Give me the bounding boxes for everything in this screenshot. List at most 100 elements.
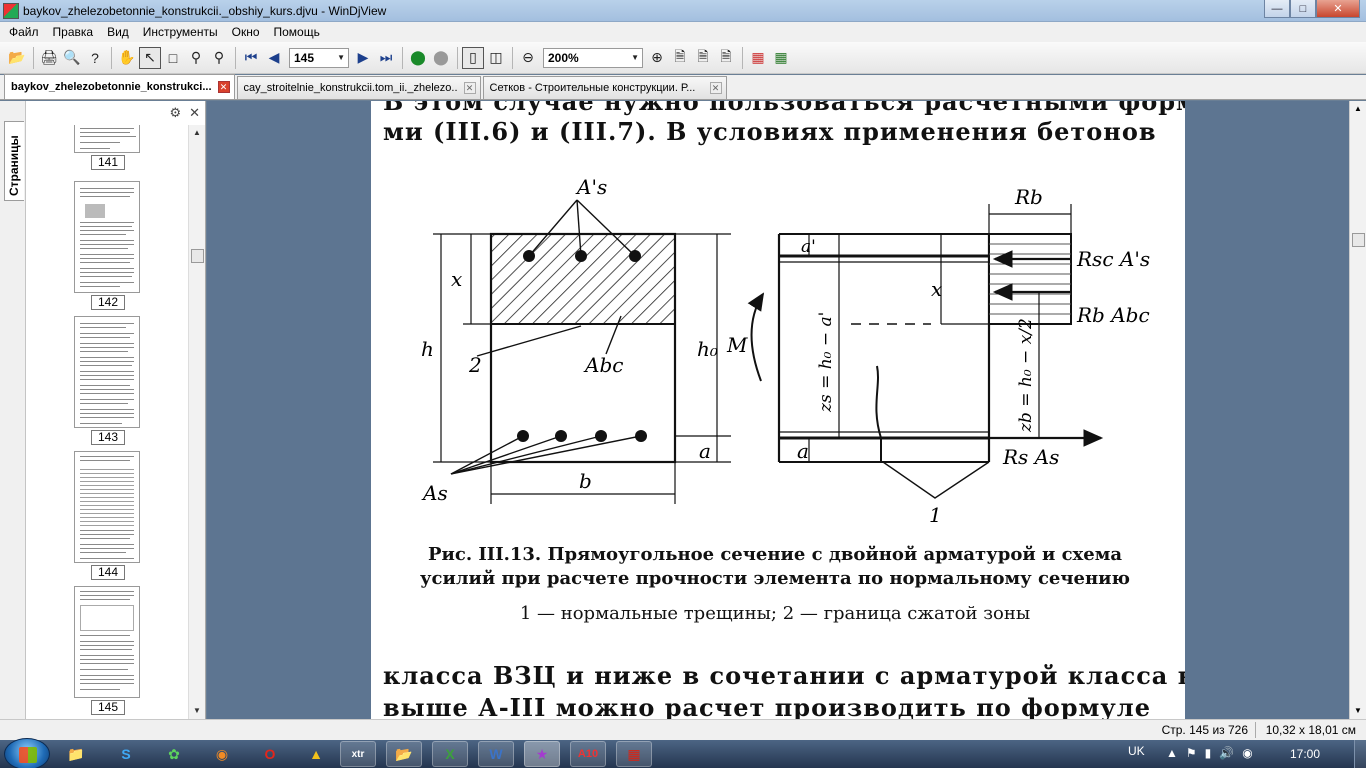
explorer-icon[interactable]: 📁 bbox=[58, 741, 94, 767]
select-tool-icon[interactable]: ↖ bbox=[139, 46, 161, 69]
app-green-icon[interactable]: ✿ bbox=[156, 741, 192, 767]
label-h0: h₀ bbox=[697, 337, 718, 361]
volume-icon[interactable]: 🔊 bbox=[1219, 746, 1234, 760]
label-rs-as: Rs As bbox=[1002, 445, 1059, 469]
tab-label: baykov_zhelezobetonnie_konstrukci... bbox=[11, 81, 212, 93]
thumbnail-page[interactable]: 145 bbox=[74, 586, 142, 715]
skype-icon[interactable]: S bbox=[108, 741, 144, 767]
label-as-prime: A's bbox=[575, 176, 607, 199]
show-hidden-icon[interactable]: ▲ bbox=[1166, 746, 1178, 760]
scroll-thumb[interactable] bbox=[191, 249, 204, 263]
tab-baykov[interactable]: baykov_zhelezobetonnie_konstrukci... ✕ bbox=[4, 74, 235, 99]
app-tray-icon[interactable]: ◉ bbox=[1242, 746, 1252, 760]
back-icon[interactable]: ⬤ bbox=[407, 47, 429, 69]
scroll-down-icon[interactable]: ▼ bbox=[1350, 703, 1366, 719]
thumbnails-scrollbar[interactable]: ▲ ▼ bbox=[188, 125, 205, 719]
maximize-button[interactable]: □ bbox=[1290, 0, 1316, 18]
page-preview bbox=[74, 316, 140, 428]
rotate-right-icon[interactable]: ▦ bbox=[770, 47, 792, 69]
fit-width-icon[interactable]: 🗎 bbox=[715, 47, 737, 69]
window-title: baykov_zhelezobetonnie_konstrukcii._obsh… bbox=[23, 3, 387, 18]
system-tray: UK ▲ ⚑ ▮ 🔊 ◉ 17:00 bbox=[1126, 740, 1366, 768]
xtr-icon[interactable]: xtr bbox=[340, 741, 376, 767]
figure-iii-13: A's x h h₀ M 2 Abc a b As a' Rb Rsc A's … bbox=[411, 175, 1151, 539]
document-viewport[interactable]: В этом случае нужно пользоваться расчетн… bbox=[207, 101, 1349, 719]
close-icon[interactable]: ✕ bbox=[217, 81, 230, 93]
open-icon[interactable]: 📂 bbox=[6, 47, 28, 69]
actual-size-icon[interactable]: 🗎 bbox=[669, 47, 691, 69]
zoom-combo[interactable]: 200% ▼ bbox=[543, 47, 643, 68]
zoom-rect-icon[interactable]: ⚲ bbox=[208, 47, 230, 69]
two-page-icon[interactable]: ◫ bbox=[485, 47, 507, 69]
help-icon[interactable]: ? bbox=[84, 47, 106, 69]
action-center-icon[interactable]: ⚑ bbox=[1186, 746, 1197, 760]
excel-icon[interactable]: X bbox=[432, 741, 468, 767]
language-indicator[interactable]: UK bbox=[1128, 744, 1145, 758]
app-folder-icon[interactable]: 📂 bbox=[386, 741, 422, 767]
menu-file[interactable]: Файл bbox=[2, 25, 46, 39]
zoom-out-icon[interactable]: ⊖ bbox=[517, 47, 539, 69]
acrobat-icon[interactable]: ▦ bbox=[616, 741, 652, 767]
page-preview bbox=[74, 181, 140, 293]
firefox-icon[interactable]: ◉ bbox=[204, 741, 240, 767]
page-size-status: 10,32 x 18,01 см bbox=[1265, 723, 1356, 737]
thumbnail-page[interactable]: 143 bbox=[74, 316, 142, 445]
scroll-thumb[interactable] bbox=[1352, 233, 1365, 247]
scroll-up-icon[interactable]: ▲ bbox=[189, 125, 205, 141]
last-page-icon[interactable]: ⏭ bbox=[375, 47, 397, 69]
menu-edit[interactable]: Правка bbox=[46, 25, 101, 39]
menu-view[interactable]: Вид bbox=[100, 25, 136, 39]
word-icon[interactable]: W bbox=[478, 741, 514, 767]
clock[interactable]: 17:00 bbox=[1290, 747, 1320, 761]
start-button[interactable] bbox=[4, 738, 50, 768]
scroll-down-icon[interactable]: ▼ bbox=[189, 703, 205, 719]
find-icon[interactable]: 🔍 bbox=[61, 47, 83, 69]
page-text-line-3: выше А-III можно расчет производить по ф… bbox=[383, 693, 1151, 719]
pages-side-tab[interactable]: Страницы bbox=[4, 121, 24, 201]
first-page-icon[interactable]: ⏮ bbox=[240, 47, 262, 69]
show-desktop-button[interactable] bbox=[1354, 740, 1366, 768]
close-panel-icon[interactable]: ✕ bbox=[189, 105, 200, 121]
next-page-icon[interactable]: ▶ bbox=[352, 47, 374, 69]
marquee-tool-icon[interactable]: □ bbox=[162, 47, 184, 69]
document-scrollbar[interactable]: ▲ ▼ bbox=[1349, 101, 1366, 719]
menu-window[interactable]: Окно bbox=[225, 25, 267, 39]
settings-icon[interactable]: ⚙ bbox=[169, 105, 181, 121]
label-abc: Abc bbox=[583, 353, 623, 377]
menu-help[interactable]: Помощь bbox=[267, 25, 327, 39]
close-button[interactable]: ✕ bbox=[1316, 0, 1360, 18]
zoom-in-tool-icon[interactable]: ⚲ bbox=[185, 47, 207, 69]
close-icon[interactable]: ✕ bbox=[463, 82, 476, 94]
page-text-line-2: класса ВЗЦ и ниже в сочетании с арматуро… bbox=[383, 661, 1185, 690]
thumbnails-panel: ⚙ ✕ 141 142 143 144 145 ▲ ▼ bbox=[26, 101, 206, 719]
thumbnail-page[interactable]: 144 bbox=[74, 451, 142, 580]
page-number-combo[interactable]: 145 ▼ bbox=[289, 47, 349, 68]
close-icon[interactable]: ✕ bbox=[709, 82, 722, 94]
app-a10-icon[interactable]: A10 bbox=[570, 741, 606, 767]
thumbnail-page[interactable]: 141 bbox=[74, 125, 142, 170]
print-icon[interactable]: 🖨 bbox=[38, 47, 60, 69]
zoom-in-icon[interactable]: ⊕ bbox=[646, 47, 668, 69]
label-a-prime: a' bbox=[801, 237, 816, 257]
opera-icon[interactable]: O bbox=[252, 741, 288, 767]
minimize-button[interactable]: — bbox=[1264, 0, 1290, 18]
label-zs: zs = h₀ − a' bbox=[816, 312, 836, 413]
label-x-right: x bbox=[931, 277, 942, 301]
tab-cay[interactable]: cay_stroitelnie_konstrukcii.tom_ii._zhel… bbox=[236, 76, 481, 99]
app-yellow-icon[interactable]: ▲ bbox=[298, 741, 334, 767]
network-icon[interactable]: ▮ bbox=[1205, 746, 1212, 760]
rotate-left-icon[interactable]: ▦ bbox=[747, 47, 769, 69]
thumbnail-page[interactable]: 142 bbox=[74, 181, 142, 310]
prev-page-icon[interactable]: ◀ bbox=[263, 47, 285, 69]
menu-tools[interactable]: Инструменты bbox=[136, 25, 225, 39]
thumbnail-page-number: 145 bbox=[91, 700, 125, 715]
hand-tool-icon[interactable]: ✋ bbox=[116, 47, 138, 69]
tab-setkov[interactable]: Сетков - Строительные конструкции. Р... … bbox=[482, 76, 727, 99]
windjview-icon[interactable]: ★ bbox=[524, 741, 560, 767]
forward-icon[interactable]: ⬤ bbox=[430, 47, 452, 69]
label-a-right: a bbox=[797, 439, 809, 463]
figure-caption: Рис. III.13. Прямоугольное сечение с дво… bbox=[385, 543, 1165, 591]
single-page-icon[interactable]: ▯ bbox=[462, 46, 484, 69]
fit-page-icon[interactable]: 🗎 bbox=[692, 47, 714, 69]
scroll-up-icon[interactable]: ▲ bbox=[1350, 101, 1366, 117]
